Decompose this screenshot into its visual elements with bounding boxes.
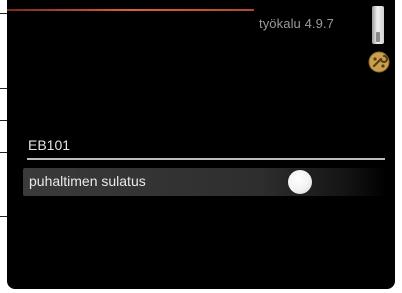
side-tick: [0, 88, 7, 89]
side-tick: [0, 216, 7, 217]
setting-row-fan-defrost[interactable]: puhaltimen sulatus: [23, 168, 387, 196]
section-label: EB101: [28, 137, 71, 153]
display-screen: työkalu 4.9.7 EB101 puhaltimen sulatus: [7, 0, 395, 289]
setting-label: puhaltimen sulatus: [29, 173, 146, 189]
page-title: työkalu 4.9.7: [259, 16, 335, 31]
section-divider: [27, 158, 385, 160]
side-tick: [0, 152, 7, 153]
header-accent-line: [7, 9, 254, 11]
thermometer-icon: [372, 6, 384, 44]
toggle-switch[interactable]: [288, 170, 312, 194]
side-tick: [0, 13, 7, 14]
side-tick: [0, 120, 7, 121]
wrench-icon: [368, 51, 390, 73]
